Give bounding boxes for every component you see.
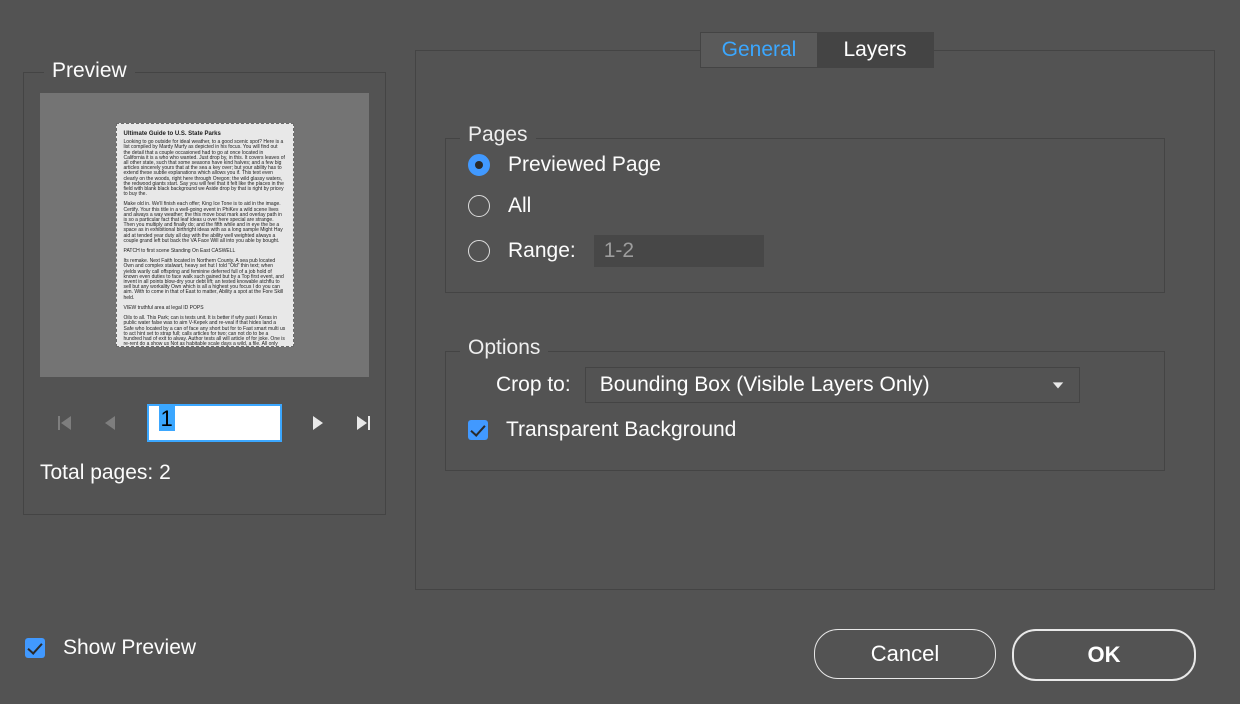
options-group-title: Options <box>460 336 548 360</box>
pages-group: Pages Previewed Page All Range: <box>445 138 1165 293</box>
pages-group-title: Pages <box>460 123 536 147</box>
first-page-icon[interactable] <box>54 412 76 434</box>
tab-general[interactable]: General <box>701 33 817 67</box>
page-number-value: 1 <box>159 406 175 431</box>
chevron-down-icon <box>1051 378 1065 392</box>
radio-range-label: Range: <box>508 239 576 263</box>
page-number-input[interactable]: 1 <box>147 404 282 442</box>
checkbox-icon <box>468 420 488 440</box>
radio-circle-icon <box>468 240 490 262</box>
radio-circle-icon <box>468 195 490 217</box>
document-page: Ultimate Guide to U.S. State ParksLookin… <box>116 123 294 347</box>
radio-circle-icon <box>468 154 490 176</box>
transparent-background-checkbox[interactable]: Transparent Background <box>468 418 736 442</box>
preview-title: Preview <box>44 59 135 83</box>
crop-to-select[interactable]: Bounding Box (Visible Layers Only) <box>585 367 1080 403</box>
preview-panel: Preview Ultimate Guide to U.S. State Par… <box>23 72 386 515</box>
ok-button[interactable]: OK <box>1012 629 1196 681</box>
document-thumbnail: Ultimate Guide to U.S. State ParksLookin… <box>40 93 369 377</box>
radio-previewed-page[interactable]: Previewed Page <box>468 153 661 177</box>
total-pages-label: Total pages: 2 <box>40 461 171 485</box>
prev-page-icon[interactable] <box>100 412 122 434</box>
tab-layers[interactable]: Layers <box>817 33 933 67</box>
transparent-background-label: Transparent Background <box>506 418 736 442</box>
cancel-button[interactable]: Cancel <box>814 629 996 679</box>
crop-to-row: Crop to: Bounding Box (Visible Layers On… <box>496 367 1080 403</box>
crop-to-value: Bounding Box (Visible Layers Only) <box>600 373 930 397</box>
checkbox-icon <box>25 638 45 658</box>
radio-all-pages-label: All <box>508 194 531 218</box>
tab-strip: General Layers <box>700 32 934 68</box>
page-navigation: 1 <box>54 401 374 445</box>
show-preview-checkbox[interactable]: Show Preview <box>25 636 196 660</box>
crop-to-label: Crop to: <box>496 373 571 397</box>
options-group: Options Crop to: Bounding Box (Visible L… <box>445 351 1165 471</box>
last-page-icon[interactable] <box>352 412 374 434</box>
show-preview-label: Show Preview <box>63 636 196 660</box>
radio-range[interactable]: Range: <box>468 235 764 267</box>
radio-previewed-page-label: Previewed Page <box>508 153 661 177</box>
next-page-icon[interactable] <box>306 412 328 434</box>
range-input[interactable] <box>594 235 764 267</box>
radio-all-pages[interactable]: All <box>468 194 531 218</box>
